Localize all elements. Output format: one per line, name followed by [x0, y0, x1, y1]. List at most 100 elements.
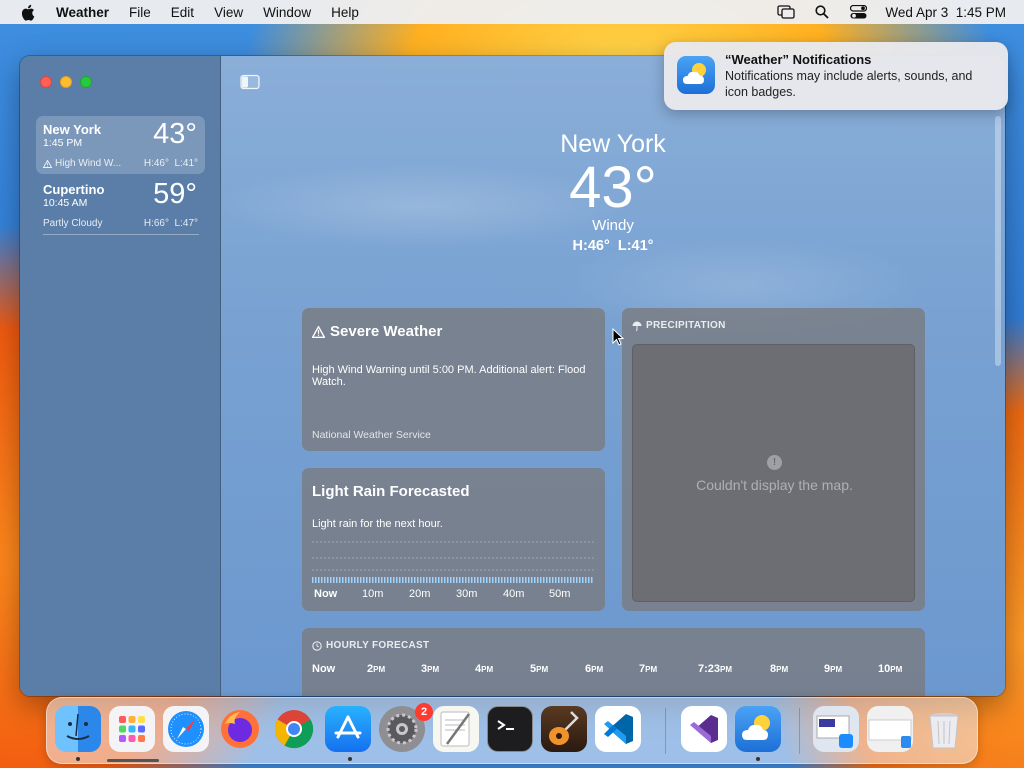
location-temp: 59°	[153, 178, 197, 210]
finder-window-icon[interactable]	[867, 706, 913, 752]
rain-axis-label: 50m	[549, 588, 571, 600]
mouse-cursor	[612, 327, 625, 346]
sidebar-toggle-icon[interactable]	[240, 74, 260, 90]
notification-title: “Weather” Notifications	[725, 52, 872, 67]
dock: 2	[46, 697, 978, 764]
visual-studio-icon[interactable]	[681, 706, 727, 752]
running-indicator	[756, 757, 760, 761]
precipitation-map[interactable]: ! Couldn't display the map.	[632, 344, 915, 602]
rain-forecast-title: Light Rain Forecasted	[312, 483, 470, 500]
clock-icon	[312, 640, 322, 651]
rain-axis-label: 40m	[503, 588, 525, 600]
severe-weather-card[interactable]: Severe Weather High Wind Warning until 5…	[302, 308, 605, 451]
location-item-cupertino[interactable]: Cupertino 10:45 AM 59° Partly Cloudy H:6…	[36, 176, 205, 234]
window-controls	[40, 76, 92, 88]
menu-datetime[interactable]: Wed Apr 3 1:45 PM	[885, 5, 1006, 20]
warning-icon	[43, 159, 52, 168]
dock-separator	[799, 708, 800, 754]
sidebar: New York 1:45 PM 43° High Wind W... H:46…	[20, 56, 221, 696]
weather-window: New York 1:45 PM 43° High Wind W... H:46…	[20, 56, 1005, 696]
notification-body: Notifications may include alerts, sounds…	[725, 69, 973, 99]
current-hilo: H:46° L:41°	[572, 238, 654, 254]
location-condition-text: High Wind W...	[55, 158, 122, 169]
hour-label: 5PM	[530, 663, 549, 675]
weather-icon[interactable]	[735, 706, 781, 752]
dock-separator	[665, 708, 666, 754]
zoom-button[interactable]	[80, 76, 92, 88]
launchpad-icon[interactable]	[109, 706, 155, 752]
rain-forecast-card[interactable]: Light Rain Forecasted Light rain for the…	[302, 468, 605, 611]
hour-label: 3PM	[421, 663, 440, 675]
rain-forecast-text: Light rain for the next hour.	[312, 518, 443, 530]
terminal-icon[interactable]	[487, 706, 533, 752]
location-hilo: H:66° L:47°	[143, 218, 198, 229]
menu-bar: Weather File Edit View Window Help Wed A…	[0, 0, 1024, 24]
hour-label: Now	[312, 663, 336, 675]
hourly-forecast-header-text: HOURLY FORECAST	[326, 640, 430, 651]
menu-edit[interactable]: Edit	[171, 5, 194, 20]
weather-app-icon	[677, 56, 715, 94]
rain-intensity-graph	[312, 541, 594, 583]
hour-label: 6PM	[585, 663, 604, 675]
screen-mirroring-icon[interactable]	[777, 4, 796, 20]
location-condition: Partly Cloudy	[43, 218, 103, 229]
menu-help[interactable]: Help	[331, 5, 359, 20]
running-indicator	[348, 757, 352, 761]
finder-icon[interactable]	[55, 706, 101, 752]
rain-axis-label: Now	[314, 588, 338, 600]
location-time: 1:45 PM	[43, 137, 83, 149]
hour-label: 9PM	[824, 663, 843, 675]
settings-badge: 2	[415, 703, 433, 721]
location-name: New York	[43, 122, 102, 137]
trash-icon[interactable]	[921, 706, 967, 752]
notification-banner[interactable]: “Weather” Notifications Notifications ma…	[664, 42, 1008, 110]
control-center-icon[interactable]	[849, 4, 867, 20]
close-button[interactable]	[40, 76, 52, 88]
firefox-icon[interactable]	[217, 706, 263, 752]
location-condition: High Wind W...	[43, 158, 121, 169]
severe-weather-text: High Wind Warning until 5:00 PM. Additio…	[312, 364, 586, 388]
warning-icon	[312, 325, 325, 338]
app-store-icon[interactable]	[325, 706, 371, 752]
map-error-message: Couldn't display the map.	[696, 477, 853, 493]
hour-label: 2PM	[367, 663, 386, 675]
precipitation-card[interactable]: PRECIPITATION ! Couldn't display the map…	[622, 308, 925, 611]
location-time: 10:45 AM	[43, 197, 88, 209]
hourly-forecast-header: HOURLY FORECAST	[312, 640, 429, 651]
info-icon: !	[767, 455, 782, 470]
hour-label: 7PM	[639, 663, 658, 675]
location-name: Cupertino	[43, 182, 105, 197]
precipitation-header: PRECIPITATION	[632, 320, 726, 331]
scrollbar[interactable]	[995, 116, 1001, 366]
menu-app-name[interactable]: Weather	[56, 5, 109, 20]
precipitation-header-text: PRECIPITATION	[646, 320, 726, 331]
umbrella-icon	[632, 321, 642, 331]
severe-weather-title-text: Severe Weather	[330, 323, 443, 340]
apple-menu-icon[interactable]	[18, 3, 36, 21]
spotlight-search-icon[interactable]	[813, 4, 831, 20]
hour-label: 8PM	[770, 663, 789, 675]
hour-label: 4PM	[475, 663, 494, 675]
location-temp: 43°	[153, 118, 197, 150]
location-item-new-york[interactable]: New York 1:45 PM 43° High Wind W... H:46…	[36, 116, 205, 174]
garageband-icon[interactable]	[541, 706, 587, 752]
textedit-icon[interactable]	[433, 706, 479, 752]
menu-window[interactable]: Window	[263, 5, 311, 20]
menu-file[interactable]: File	[129, 5, 151, 20]
hour-label: 7:23PM	[698, 663, 733, 675]
chrome-icon[interactable]	[271, 706, 317, 752]
running-indicator	[76, 757, 80, 761]
rain-axis-label: 30m	[456, 588, 478, 600]
menu-view[interactable]: View	[214, 5, 243, 20]
hour-label: 10PM	[878, 663, 903, 675]
vscode-icon[interactable]	[595, 706, 641, 752]
safari-icon[interactable]	[163, 706, 209, 752]
minimize-button[interactable]	[60, 76, 72, 88]
location-divider	[43, 234, 199, 235]
launchpad-progress-bar	[107, 759, 159, 762]
rain-axis-label: 10m	[362, 588, 384, 600]
hourly-forecast-card[interactable]: HOURLY FORECAST Now 2PM 3PM 4PM 5PM 6PM …	[302, 628, 925, 696]
app-store-downloads-icon[interactable]	[813, 706, 859, 752]
main-pane: New York 43° Windy H:46° L:41° Severe We…	[221, 56, 1005, 696]
severe-weather-source: National Weather Service	[312, 429, 431, 441]
